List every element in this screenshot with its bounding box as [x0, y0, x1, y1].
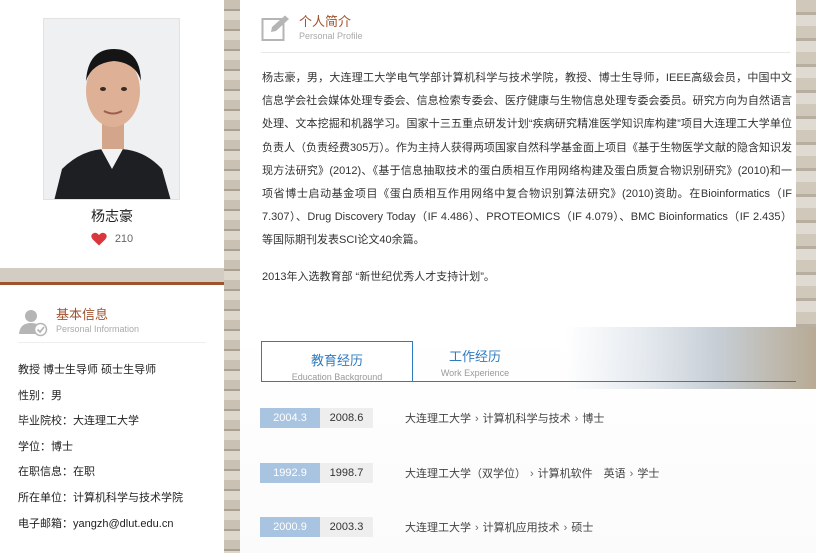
school: 大连理工大学 [405, 522, 471, 534]
tab-underline [261, 381, 796, 382]
likes-count: 210 [114, 233, 134, 245]
personal-profile-subtitle: Personal Profile [299, 31, 363, 41]
photo-card: 杨志豪 210 [0, 0, 224, 268]
background-scenery-right [796, 0, 816, 330]
basic-info-header: 基本信息 Personal Information [18, 307, 139, 337]
experience-panel: 教育经历 Education Background 工作经历 Work Expe… [240, 327, 816, 553]
start-date: 2000.9 [260, 517, 320, 537]
experience-scenery [566, 327, 816, 389]
education-row: 1992.9 1998.7 大连理工大学（双学位） › 计算机软件 英语 › 学士 [260, 463, 659, 483]
basic-info-list: 教授 博士生导师 硕士生导师 性别：男 毕业院校：大连理工大学 学位：博士 在职… [18, 363, 218, 542]
education-path: 大连理工大学 › 计算机应用技术 › 硕士 [405, 519, 593, 535]
basic-info-subtitle: Personal Information [56, 324, 140, 334]
info-gender: 性别：男 [18, 389, 62, 402]
personal-profile-title: 个人简介 [299, 14, 352, 29]
education-path: 大连理工大学 › 计算机科学与技术 › 博士 [405, 410, 604, 426]
end-date: 2008.6 [320, 408, 373, 428]
info-unit: 所在单位：计算机科学与技术学院 [18, 491, 183, 504]
degree: 学士 [637, 468, 660, 480]
likes[interactable]: 210 [0, 232, 224, 246]
chevron-right-icon: › [629, 468, 634, 480]
info-email: 电子邮箱：yangzh@dlut.edu.cn [18, 517, 174, 530]
degree: 博士 [582, 413, 605, 425]
chevron-right-icon: › [563, 522, 568, 534]
education-row: 2000.9 2003.3 大连理工大学 › 计算机应用技术 › 硕士 [260, 517, 593, 537]
chevron-right-icon: › [574, 413, 579, 425]
tab-work-sub: Work Experience [440, 368, 510, 378]
basic-info-title: 基本信息 [56, 307, 109, 322]
tab-work-label: 工作经历 [448, 349, 501, 364]
profile-photo [43, 18, 180, 200]
school: 大连理工大学（双学位） [405, 468, 526, 480]
tab-education[interactable]: 教育经历 Education Background [261, 341, 413, 382]
chevron-right-icon: › [530, 468, 534, 480]
major: 计算机软件 英语 [537, 468, 626, 480]
education-path: 大连理工大学（双学位） › 计算机软件 英语 › 学士 [405, 465, 659, 481]
major: 计算机应用技术 [482, 522, 560, 534]
info-titles: 教授 博士生导师 硕士生导师 [18, 364, 157, 376]
start-date: 2004.3 [260, 408, 320, 428]
end-date: 2003.3 [320, 517, 373, 537]
profile-text: 杨志豪，男，大连理工大学电气学部计算机科学与技术学院，教授、博士生导师，IEEE… [262, 72, 792, 247]
divider [18, 342, 206, 343]
tab-education-label: 教育经历 [310, 353, 363, 368]
personal-profile-panel: 个人简介 Personal Profile 杨志豪，男，大连理工大学电气学部计算… [240, 0, 796, 327]
school: 大连理工大学 [405, 413, 471, 425]
education-row: 2004.3 2008.6 大连理工大学 › 计算机科学与技术 › 博士 [260, 408, 604, 428]
tab-work[interactable]: 工作经历 Work Experience [420, 341, 530, 381]
heart-icon[interactable] [91, 232, 107, 246]
chevron-right-icon: › [475, 413, 479, 425]
divider [261, 52, 790, 53]
edit-icon [261, 15, 289, 41]
info-school: 毕业院校：大连理工大学 [18, 415, 139, 428]
profile-note: 2013年入选教育部 “新世纪优秀人才支持计划”。 [262, 271, 495, 283]
end-date: 1998.7 [320, 463, 373, 483]
chevron-right-icon: › [475, 522, 479, 534]
degree: 硕士 [571, 522, 594, 534]
major: 计算机科学与技术 [482, 413, 571, 425]
person-name: 杨志豪 [91, 208, 133, 224]
info-degree: 学位：博士 [18, 440, 73, 453]
user-check-icon [19, 310, 48, 337]
personal-profile-header: 个人简介 Personal Profile [261, 14, 363, 42]
start-date: 1992.9 [260, 463, 320, 483]
basic-info-card: 基本信息 Personal Information 教授 博士生导师 硕士生导师… [0, 282, 224, 553]
info-status: 在职信息：在职 [18, 466, 95, 479]
